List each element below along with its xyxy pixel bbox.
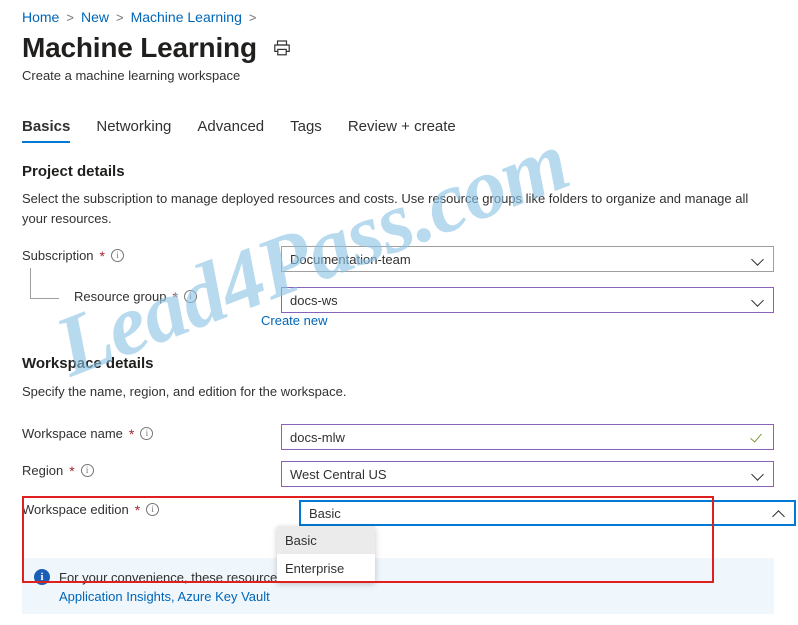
region-dropdown[interactable]: West Central US: [281, 461, 774, 487]
breadcrumb-item-new[interactable]: New: [81, 9, 109, 25]
label-resource-group: Resource group *: [74, 289, 197, 304]
tab-basics[interactable]: Basics: [22, 118, 87, 143]
section-title-project-details: Project details: [22, 163, 125, 180]
resource-group-value: docs-ws: [290, 292, 338, 308]
form-row-workspace-edition: Workspace edition * Basic: [22, 500, 796, 526]
chevron-down-icon: [752, 468, 765, 481]
info-circle-icon[interactable]: [183, 289, 197, 303]
subscription-value: Documentation-team: [290, 251, 411, 267]
info-circle-icon[interactable]: [146, 502, 160, 516]
tab-bar: Basics Networking Advanced Tags Review +…: [22, 118, 473, 143]
required-asterisk: *: [128, 425, 135, 442]
info-banner: For your convenience, these resources a …: [22, 558, 774, 614]
chevron-down-icon: [752, 253, 765, 266]
printer-icon[interactable]: [273, 39, 291, 57]
option-enterprise[interactable]: Enterprise: [277, 554, 375, 582]
label-region: Region *: [22, 463, 94, 478]
label-workspace-name: Workspace name *: [22, 425, 154, 442]
checkmark-icon: [751, 430, 765, 444]
info-banner-body: For your convenience, these resources a …: [59, 568, 295, 606]
subscription-dropdown[interactable]: Documentation-team: [281, 246, 774, 272]
chevron-down-icon: [752, 294, 765, 307]
label-workspace-name-text: Workspace name: [22, 426, 123, 441]
tab-review-create[interactable]: Review + create: [339, 118, 473, 143]
section-description-project-details: Select the subscription to manage deploy…: [22, 191, 749, 226]
info-circle-icon[interactable]: [140, 426, 154, 440]
required-asterisk: *: [134, 501, 141, 518]
resource-group-dropdown[interactable]: docs-ws: [281, 287, 774, 313]
form-row-resource-group: Resource group * docs-ws: [22, 287, 774, 313]
breadcrumb-item-home[interactable]: Home: [22, 9, 59, 25]
info-circle-icon[interactable]: [111, 248, 124, 262]
required-asterisk: *: [172, 288, 178, 305]
section-title-workspace-details: Workspace details: [22, 355, 154, 372]
breadcrumb-item-machine-learning[interactable]: Machine Learning: [131, 9, 242, 25]
workspace-name-input[interactable]: docs-mlw: [281, 424, 774, 450]
azure-create-ml-workspace-page: Home > New > Machine Learning > Machine …: [0, 0, 798, 625]
required-asterisk: *: [99, 247, 105, 264]
info-circle-icon[interactable]: [80, 463, 94, 477]
page-subtitle: Create a machine learning workspace: [22, 68, 241, 83]
info-banner-text: For your convenience, these resources a: [59, 570, 295, 585]
label-resource-group-text: Resource group: [74, 289, 167, 304]
info-filled-icon: [34, 569, 50, 585]
info-banner-links[interactable]: Application Insights, Azure Key Vault: [59, 589, 270, 604]
workspace-edition-dropdown[interactable]: Basic: [299, 500, 796, 526]
label-subscription: Subscription *: [22, 248, 124, 263]
required-asterisk: *: [69, 462, 75, 479]
workspace-edition-option-list: Basic Enterprise: [277, 526, 375, 582]
region-value: West Central US: [290, 466, 387, 482]
tab-tags[interactable]: Tags: [281, 118, 339, 143]
section-description-workspace-details: Specify the name, region, and edition fo…: [22, 384, 347, 399]
option-basic[interactable]: Basic: [277, 526, 375, 554]
create-new-resource-group-link[interactable]: Create new: [261, 313, 327, 328]
label-region-text: Region: [22, 463, 64, 478]
form-row-workspace-name: Workspace name * docs-mlw: [22, 424, 774, 450]
breadcrumb-separator-icon: >: [115, 9, 124, 25]
breadcrumb-separator-icon: >: [248, 9, 257, 25]
label-subscription-text: Subscription: [22, 248, 94, 263]
form-row-subscription: Subscription * Documentation-team: [22, 246, 774, 272]
breadcrumb: Home > New > Machine Learning >: [22, 9, 256, 25]
title-row: Machine Learning: [22, 32, 291, 64]
tab-advanced[interactable]: Advanced: [188, 118, 281, 143]
workspace-edition-value: Basic: [309, 505, 341, 521]
workspace-name-value: docs-mlw: [290, 429, 345, 445]
label-workspace-edition: Workspace edition *: [22, 501, 160, 518]
breadcrumb-separator-icon: >: [66, 9, 74, 25]
page-title: Machine Learning: [22, 32, 257, 63]
tab-networking[interactable]: Networking: [87, 118, 188, 143]
label-workspace-edition-text: Workspace edition: [22, 502, 129, 517]
form-row-region: Region * West Central US: [22, 461, 774, 487]
chevron-up-icon: [773, 507, 786, 520]
